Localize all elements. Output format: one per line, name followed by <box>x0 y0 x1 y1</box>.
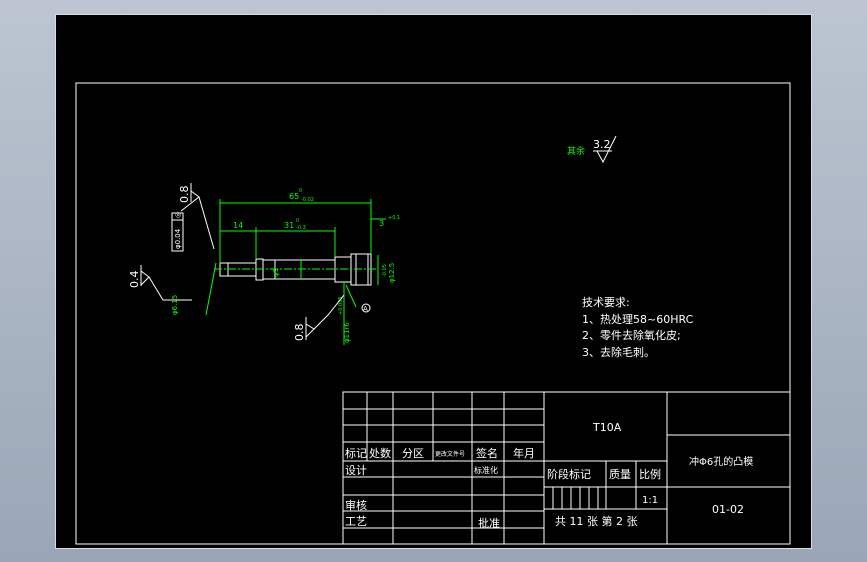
marks-label: 标记 <box>345 446 367 460</box>
dim-head-dia: φ12.5 <box>388 263 396 283</box>
dim-mid-sup: 0 <box>296 218 299 224</box>
zone-label: 分区 <box>402 447 424 460</box>
requirement-item: 2、零件去除氧化皮; <box>582 328 681 342</box>
requirements-title: 技术要求: <box>582 296 630 309</box>
stage-label: 阶段标记 <box>547 467 591 481</box>
dim-right-small: 3 <box>379 219 384 228</box>
dim-mid-tol: -0.3 <box>296 225 306 231</box>
tolerance-value: φ0.04 <box>174 228 182 249</box>
roughness-bottom-value: 0.8 <box>293 324 306 342</box>
dim-overall: 65 <box>289 192 299 201</box>
scale-value: 1:1 <box>642 495 658 506</box>
dim-step-left: 14 <box>233 221 243 230</box>
roughness-left-value: 0.4 <box>128 271 141 289</box>
dim-mid: 31 <box>284 221 294 230</box>
date-label: 年月 <box>513 446 535 460</box>
roughness-left-symbol <box>140 265 192 301</box>
roughness-top-value: 0.8 <box>178 186 191 204</box>
dim-body-dia: φ11r6 <box>343 322 351 343</box>
dim-mid-dia: φ9 <box>272 268 280 277</box>
roughness-bottom-symbol <box>305 294 345 340</box>
change-doc-label: 更改文件号 <box>435 450 465 458</box>
scale-label: 比例 <box>639 467 661 481</box>
datum-label: A <box>363 305 368 313</box>
dim-right-small-sup: +0.1 <box>388 215 400 221</box>
dim-tip-dia: φ6.15 <box>171 295 179 315</box>
dim-overall-tol: -0.02 <box>301 197 314 203</box>
part-view <box>214 253 376 286</box>
roughness-other-value: 3.2 <box>593 138 611 151</box>
weight-label: 质量 <box>609 468 631 481</box>
sheets-text: 共 11 张 第 2 张 <box>555 514 637 528</box>
drawing-number-text: 01-02 <box>712 503 744 516</box>
tolerance-symbol: ◎ <box>174 212 182 218</box>
review-label: 审核 <box>345 498 367 512</box>
requirement-item: 1、热处理58~60HRC <box>582 313 694 326</box>
count-label: 处数 <box>369 447 391 460</box>
process-label: 工艺 <box>345 515 367 528</box>
part-name-text: 冲Φ6孔的凸模 <box>689 455 753 468</box>
material-text: T10A <box>592 421 622 434</box>
design-label: 设计 <box>345 464 367 477</box>
approve-label: 批准 <box>478 516 500 530</box>
signature-label: 签名 <box>476 446 498 460</box>
requirement-item: 3、去除毛刺。 <box>582 345 655 359</box>
dim-head-tol: -0.05 <box>382 264 388 277</box>
drawing-canvas: 其余 3.2 65 -0.02 0 14 31 -0.3 0 3 +0.1 φ1… <box>75 82 791 545</box>
roughness-other-label: 其余 <box>567 145 585 157</box>
cad-viewport[interactable]: 其余 3.2 65 -0.02 0 14 31 -0.3 0 3 +0.1 φ1… <box>55 14 812 549</box>
dim-overall-sup: 0 <box>299 188 302 194</box>
standard-label: 标准化 <box>474 465 498 475</box>
